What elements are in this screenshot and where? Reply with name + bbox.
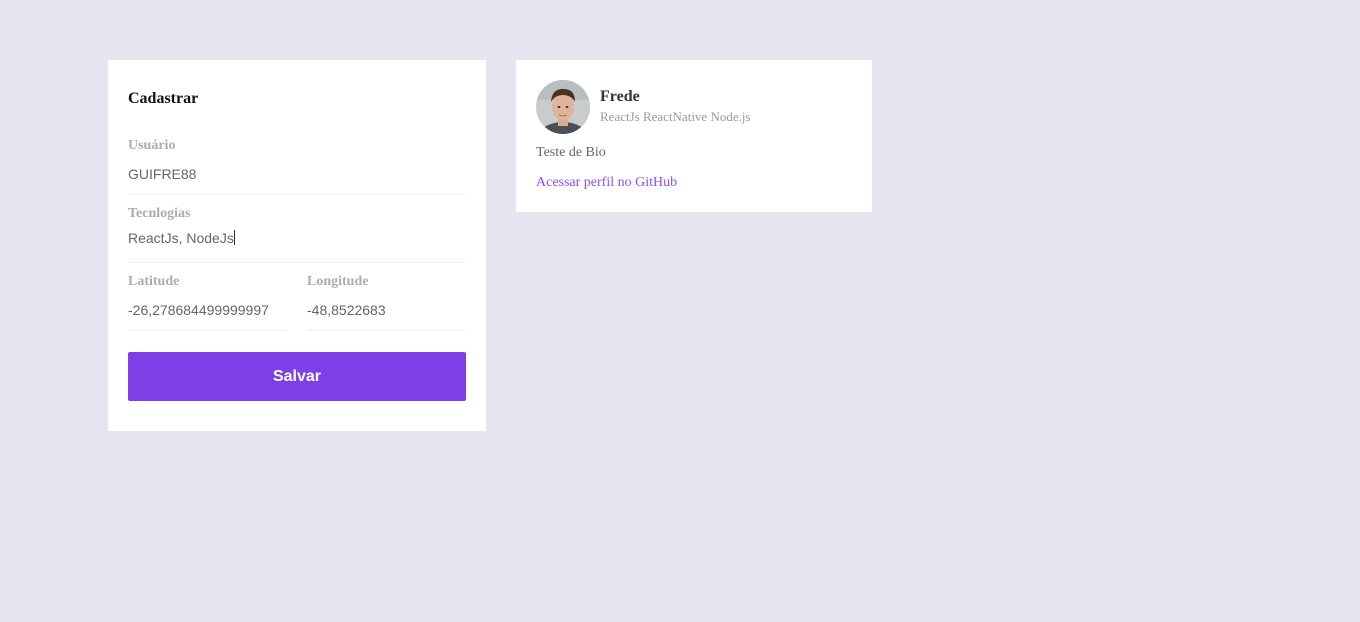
- form-title: Cadastrar: [128, 90, 199, 107]
- techs-field: Tecnlogias ReactJs, NodeJs: [128, 206, 466, 263]
- dev-techs: ReactJs ReactNative Node.js: [600, 109, 751, 124]
- username-field: Usuário: [128, 138, 466, 195]
- dev-card: Frede ReactJs ReactNative Node.js Teste …: [516, 60, 872, 212]
- text-cursor: [233, 230, 235, 245]
- user-photo-icon: [536, 80, 590, 134]
- techs-label: Tecnlogias: [128, 206, 191, 221]
- username-label: Usuário: [128, 138, 176, 153]
- latitude-input[interactable]: [128, 298, 287, 331]
- longitude-input[interactable]: [307, 298, 466, 331]
- register-form-card: Cadastrar Usuário Tecnlogias ReactJs, No…: [108, 60, 486, 431]
- techs-input[interactable]: ReactJs, NodeJs: [128, 230, 466, 263]
- latitude-field: Latitude: [128, 274, 287, 331]
- save-button[interactable]: Salvar: [128, 352, 466, 401]
- dev-bio: Teste de Bio: [536, 145, 606, 160]
- username-input[interactable]: [128, 162, 466, 195]
- avatar: [536, 80, 590, 134]
- longitude-field: Longitude: [307, 274, 466, 331]
- dev-name: Frede: [600, 88, 640, 105]
- longitude-label: Longitude: [307, 274, 369, 289]
- github-profile-link[interactable]: Acessar perfil no GitHub: [536, 175, 677, 191]
- techs-input-value: ReactJs, NodeJs: [128, 230, 234, 246]
- latitude-label: Latitude: [128, 274, 180, 289]
